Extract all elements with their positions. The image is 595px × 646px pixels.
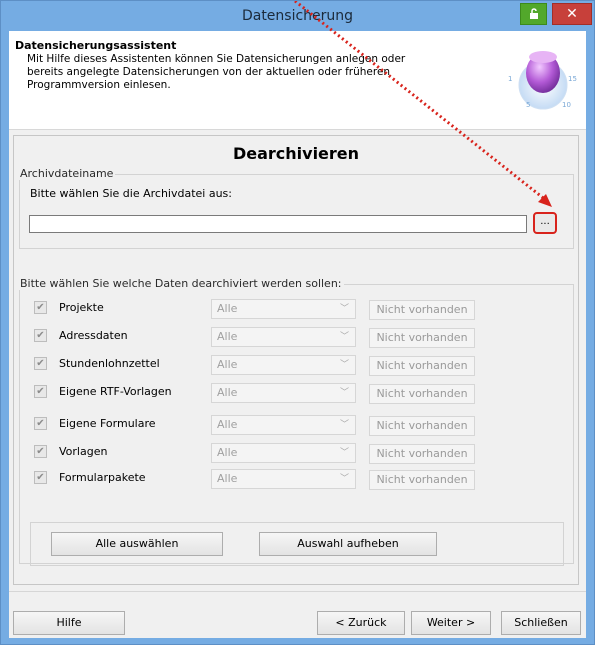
dialog-window: Datensicherung ✕ Datensicherungsassisten… [0, 0, 595, 645]
annotation-arrow [294, 1, 552, 207]
